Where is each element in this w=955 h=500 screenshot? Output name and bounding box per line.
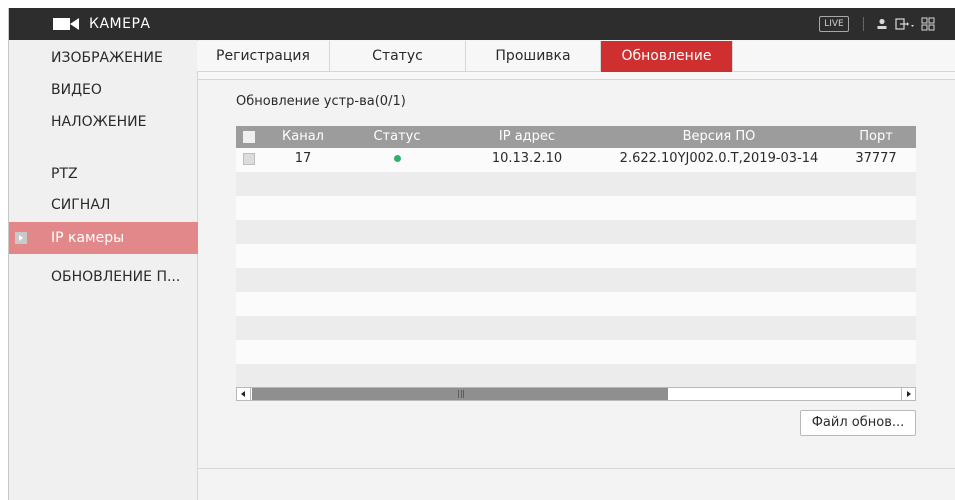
sidebar-item-label: СИГНАЛ xyxy=(51,197,111,213)
scrollbar-thumb[interactable] xyxy=(252,388,668,400)
toolbar-divider xyxy=(863,17,864,31)
sidebar-item-label: ОБНОВЛЕНИЕ П... xyxy=(51,269,181,285)
table-row-empty xyxy=(236,268,916,292)
row-checkbox[interactable] xyxy=(243,153,255,165)
update-file-button[interactable]: Файл обнов... xyxy=(800,410,916,436)
table-header: Канал Статус IP адрес Версия ПО Порт xyxy=(236,126,916,148)
sidebar-item-label: ВИДЕО xyxy=(51,82,102,98)
cell-channel: 17 xyxy=(294,151,312,166)
sidebar-item-ptz[interactable]: PTZ xyxy=(9,158,198,190)
camera-icon xyxy=(53,18,79,30)
table-row-empty xyxy=(236,292,916,316)
sidebar-item-ip-cameras[interactable]: IP камеры xyxy=(9,222,198,254)
table-row-empty xyxy=(236,196,916,220)
table-row[interactable]: 17 10.13.2.10 2.622.10YJ002.0.T,2019-03-… xyxy=(236,148,916,172)
live-button[interactable]: LIVE xyxy=(819,16,849,32)
sidebar-item-overlay[interactable]: НАЛОЖЕНИЕ xyxy=(9,106,198,138)
sidebar-item-label: НАЛОЖЕНИЕ xyxy=(51,114,147,130)
table-row-empty xyxy=(236,364,916,388)
column-header-ip[interactable]: IP адрес xyxy=(452,126,602,148)
horizontal-scrollbar[interactable] xyxy=(236,387,916,401)
tab-status[interactable]: Статус xyxy=(330,41,466,72)
table-row-empty xyxy=(236,244,916,268)
cell-port: 37777 xyxy=(855,151,897,166)
table-row-empty xyxy=(236,316,916,340)
table-row-empty xyxy=(236,172,916,196)
tab-update[interactable]: Обновление xyxy=(601,41,733,72)
sidebar: ИЗОБРАЖЕНИЕ ВИДЕО НАЛОЖЕНИЕ PTZ СИГНАЛ I… xyxy=(9,40,198,500)
scroll-left-button[interactable] xyxy=(237,388,251,400)
column-header-version[interactable]: Версия ПО xyxy=(602,126,836,148)
sidebar-item-firmware-update[interactable]: ОБНОВЛЕНИЕ П... xyxy=(9,261,198,293)
sidebar-item-video[interactable]: ВИДЕО xyxy=(9,74,198,106)
grid-icon[interactable] xyxy=(921,17,935,31)
sidebar-item-label: IP камеры xyxy=(51,230,125,246)
cell-status xyxy=(342,148,452,172)
user-icon[interactable] xyxy=(875,17,889,31)
app-title: КАМЕРА xyxy=(89,16,151,32)
sidebar-item-label: PTZ xyxy=(51,166,78,182)
table-row-empty xyxy=(236,340,916,364)
sidebar-item-label: ИЗОБРАЖЕНИЕ xyxy=(51,50,163,66)
tab-registration[interactable]: Регистрация xyxy=(197,41,330,72)
tab-firmware[interactable]: Прошивка xyxy=(466,41,601,72)
top-bar: КАМЕРА LIVE xyxy=(9,8,955,40)
logout-icon[interactable] xyxy=(895,17,915,31)
scroll-grip-icon xyxy=(458,390,464,398)
device-table: Канал Статус IP адрес Версия ПО Порт 17 … xyxy=(236,126,916,388)
column-header-channel[interactable]: Канал xyxy=(264,126,342,148)
select-all-checkbox[interactable] xyxy=(243,131,255,143)
column-header-port[interactable]: Порт xyxy=(836,126,916,148)
scroll-right-button[interactable] xyxy=(901,388,915,400)
cell-ip: 10.13.2.10 xyxy=(491,151,563,166)
cell-version: 2.622.10YJ002.0.T,2019-03-14 xyxy=(619,151,819,166)
table-row-empty xyxy=(236,220,916,244)
tab-bar-strip: Регистрация Статус Прошивка Обновление xyxy=(197,41,955,72)
section-title: Обновление устр-ва(0/1) xyxy=(236,94,406,109)
column-header-status[interactable]: Статус xyxy=(342,126,452,148)
sidebar-item-signal[interactable]: СИГНАЛ xyxy=(9,189,198,221)
sidebar-item-image[interactable]: ИЗОБРАЖЕНИЕ xyxy=(9,42,198,74)
bottom-divider xyxy=(197,468,955,469)
status-online-icon xyxy=(393,155,401,162)
chevron-right-icon xyxy=(15,232,27,244)
